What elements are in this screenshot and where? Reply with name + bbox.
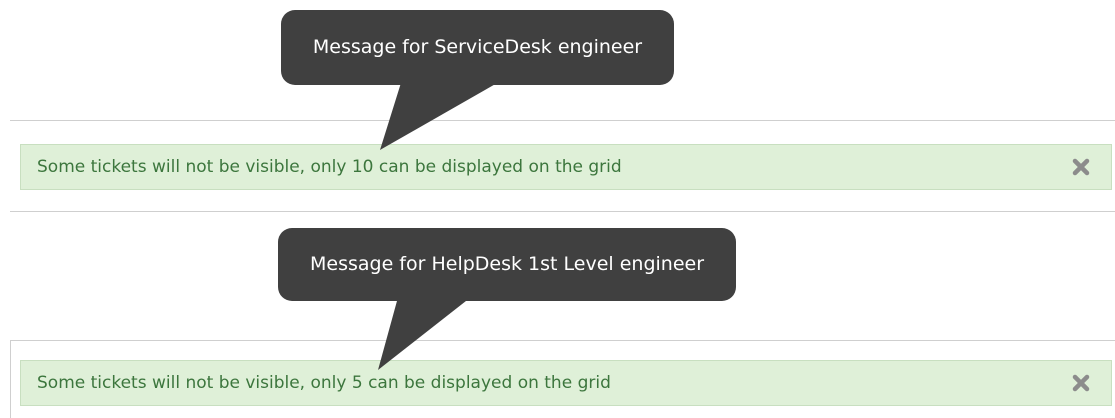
panel-divider <box>10 211 1115 212</box>
callout-pointer <box>378 290 480 370</box>
callout-text: Message for HelpDesk 1st Level engineer <box>309 253 705 275</box>
close-x-icon[interactable] <box>1071 157 1091 177</box>
callout-servicedesk: Message for ServiceDesk engineer <box>281 10 674 85</box>
alert-helpdesk: Some tickets will not be visible, only 5… <box>20 360 1112 406</box>
alert-servicedesk: Some tickets will not be visible, only 1… <box>20 144 1112 190</box>
close-x-icon[interactable] <box>1071 373 1091 393</box>
panel-top-border <box>10 340 1115 341</box>
callout-text: Message for ServiceDesk engineer <box>312 36 643 58</box>
panel-left-border <box>10 340 11 418</box>
alert-message: Some tickets will not be visible, only 5… <box>37 373 611 393</box>
callout-helpdesk: Message for HelpDesk 1st Level engineer <box>278 228 736 301</box>
panel-top-border <box>10 120 1115 121</box>
